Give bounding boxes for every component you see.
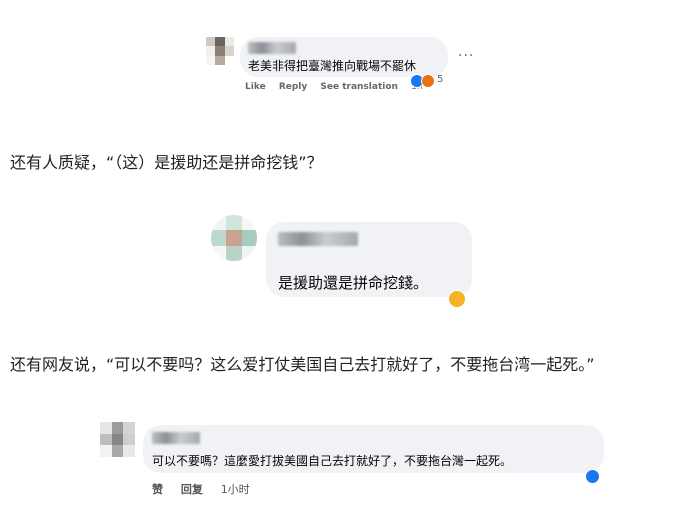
reactions[interactable]: 5 bbox=[410, 73, 450, 91]
avatar[interactable] bbox=[100, 422, 135, 457]
avatar[interactable] bbox=[206, 37, 234, 65]
comment-actions: 赞 回复 1小时 bbox=[152, 481, 260, 497]
avatar[interactable] bbox=[211, 215, 257, 261]
reply-button[interactable]: 回复 bbox=[181, 483, 203, 496]
comment-actions: Like Reply See translation 1h bbox=[245, 82, 433, 92]
article-paragraph: 还有网友说，“可以不要吗？这么爱打仗美国自己去打就好了，不要拖台湾一起死。” bbox=[10, 355, 595, 374]
comment-text: 老美非得把臺灣推向戰場不罷休 bbox=[248, 59, 417, 73]
reply-button[interactable]: Reply bbox=[279, 82, 307, 92]
like-button[interactable]: 赞 bbox=[152, 483, 163, 496]
more-options-icon[interactable]: ··· bbox=[458, 48, 474, 64]
commenter-name[interactable] bbox=[278, 232, 358, 246]
timestamp[interactable]: 1小时 bbox=[221, 483, 250, 496]
article-paragraph: 还有人质疑，“（这）是援助还是拼命挖钱”？ bbox=[10, 153, 323, 172]
see-translation-link[interactable]: See translation bbox=[320, 82, 398, 92]
angry-reaction-icon bbox=[421, 74, 435, 88]
reaction-count: 5 bbox=[437, 74, 444, 85]
commenter-name[interactable] bbox=[248, 42, 296, 54]
commenter-name[interactable] bbox=[152, 432, 200, 444]
like-button[interactable]: Like bbox=[245, 82, 266, 92]
comment-text: 是援助還是拼命挖錢。 bbox=[278, 274, 429, 292]
like-reaction-icon[interactable] bbox=[585, 469, 600, 484]
comment-text: 可以不要嗎？這麼愛打拔美國自己去打就好了，不要拖台灣一起死。 bbox=[152, 454, 513, 468]
haha-reaction-icon[interactable] bbox=[448, 290, 466, 308]
